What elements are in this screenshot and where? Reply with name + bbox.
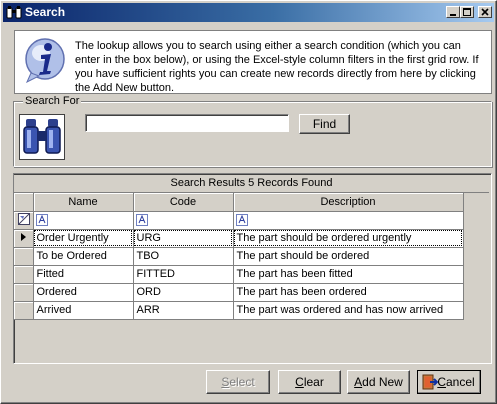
clear-filters-button[interactable] (14, 211, 34, 230)
cell-description[interactable]: The part was ordered and has now arrived (233, 301, 464, 320)
current-row-arrow-icon (21, 232, 27, 241)
cell-description[interactable]: The part should be ordered urgently (233, 229, 464, 248)
cell-name[interactable]: To be Ordered (33, 247, 134, 266)
search-dialog: Search The lookup allows you to search u… (0, 0, 497, 404)
add-new-label-key: A (354, 375, 363, 389)
table-row[interactable]: Arrived ARR The part was ordered and has n… (14, 301, 464, 320)
table-row[interactable]: To be Ordered TBO The part should be order… (14, 247, 464, 266)
info-icon (25, 38, 65, 83)
filter-icon (35, 214, 48, 227)
cell-description[interactable]: The part should be ordered (233, 247, 464, 266)
table-row[interactable]: Order Urgently URG The part should be orde… (14, 229, 464, 248)
filter-row (14, 211, 464, 230)
table-row[interactable]: Fitted FITTED The part has been fitted (14, 265, 464, 284)
filter-icon (135, 214, 148, 227)
title-bar[interactable]: Search (3, 3, 494, 22)
column-header-code[interactable]: Code (133, 193, 234, 212)
close-icon (481, 8, 489, 16)
cell-description[interactable]: The part has been ordered (233, 283, 464, 302)
binoculars-icon (23, 119, 61, 154)
binoculars-button[interactable] (19, 114, 65, 160)
row-selector[interactable] (14, 229, 34, 248)
results-grid: Name Code Description Order Urgently URG… (14, 193, 464, 320)
search-for-group (13, 101, 492, 167)
cell-code[interactable]: FITTED (133, 265, 234, 284)
row-indicator-header (14, 193, 34, 212)
filter-cell-name[interactable] (33, 211, 134, 230)
find-button[interactable]: Find (299, 114, 350, 134)
info-text: The lookup allows you to search using ei… (75, 40, 479, 94)
window-title: Search (25, 5, 66, 19)
results-header: Search Results 5 Records Found (14, 175, 489, 193)
clear-filter-icon (18, 212, 31, 225)
select-label-post: elect (229, 375, 255, 389)
maximize-button[interactable] (460, 6, 474, 18)
cell-name[interactable]: Arrived (33, 301, 134, 320)
cell-description[interactable]: The part has been fitted (233, 265, 464, 284)
row-selector[interactable] (14, 247, 34, 266)
cancel-label-post: ancel (445, 375, 475, 389)
clear-button[interactable]: Clear (278, 370, 341, 394)
cell-code[interactable]: URG (133, 229, 234, 248)
column-header-description[interactable]: Description (233, 193, 464, 212)
cell-name[interactable]: Ordered (33, 283, 134, 302)
table-row[interactable]: Ordered ORD The part has been ordered (14, 283, 464, 302)
minimize-button[interactable] (446, 6, 460, 18)
row-selector[interactable] (14, 301, 34, 320)
info-panel: The lookup allows you to search using ei… (14, 30, 492, 94)
cancel-label-key: C (437, 375, 446, 389)
clear-label-post: lear (303, 375, 324, 389)
cancel-button[interactable]: Cancel (417, 370, 481, 394)
filter-icon (235, 214, 248, 227)
filter-cell-description[interactable] (233, 211, 464, 230)
search-input[interactable] (85, 114, 289, 132)
filter-cell-code[interactable] (133, 211, 234, 230)
row-selector[interactable] (14, 283, 34, 302)
cell-code[interactable]: ARR (133, 301, 234, 320)
select-button[interactable]: Select (206, 370, 270, 394)
search-for-label: Search For (23, 95, 82, 107)
exit-door-icon (422, 374, 438, 390)
add-new-button[interactable]: Add New (347, 370, 410, 394)
maximize-icon (463, 8, 471, 16)
cell-name[interactable]: Fitted (33, 265, 134, 284)
add-new-label-post: dd New (362, 375, 403, 389)
clear-label-key: C (295, 375, 304, 389)
cell-code[interactable]: ORD (133, 283, 234, 302)
binoculars-icon (6, 6, 22, 19)
row-selector[interactable] (14, 265, 34, 284)
cell-code[interactable]: TBO (133, 247, 234, 266)
cell-name[interactable]: Order Urgently (33, 229, 134, 248)
column-header-name[interactable]: Name (33, 193, 134, 212)
minimize-icon (450, 14, 456, 16)
close-button[interactable] (478, 6, 492, 18)
